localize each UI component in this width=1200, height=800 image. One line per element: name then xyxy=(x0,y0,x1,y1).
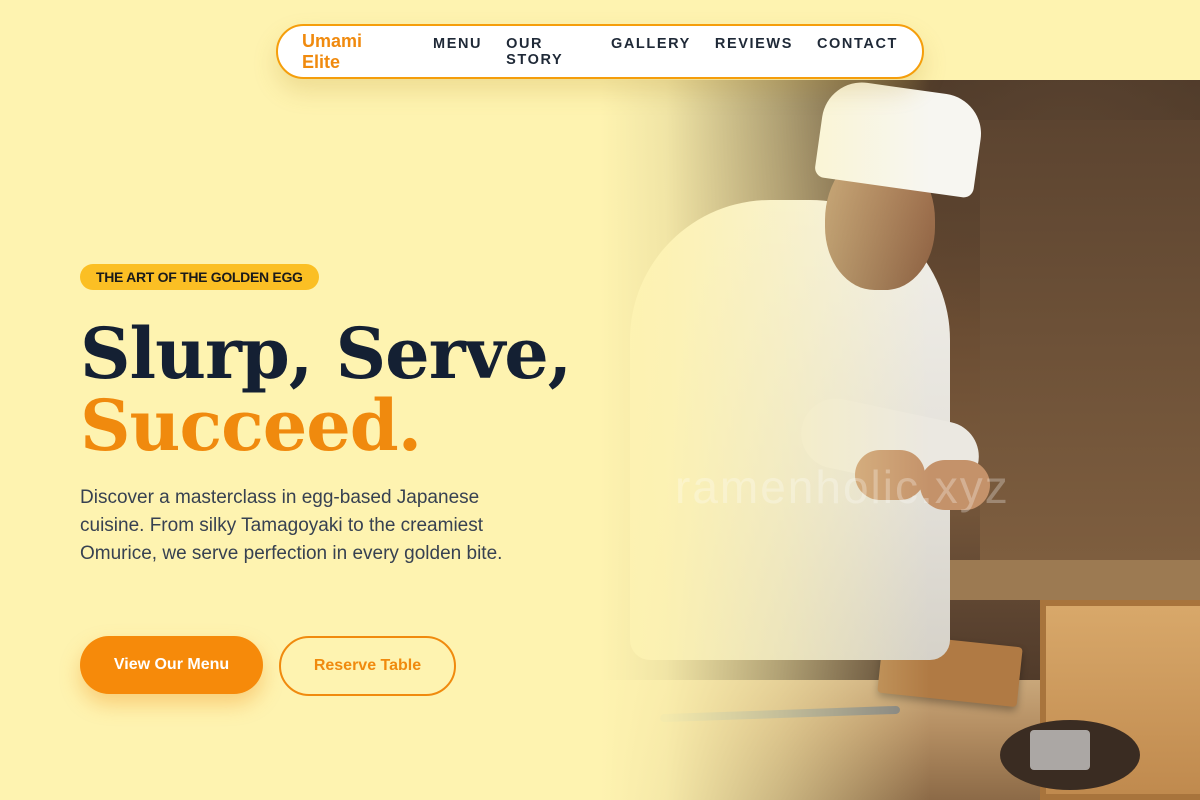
nav-link-menu[interactable]: MENU xyxy=(433,36,482,68)
hero-badge: THE ART OF THE GOLDEN EGG xyxy=(80,264,319,290)
nav-link-gallery[interactable]: GALLERY xyxy=(611,36,691,68)
kitchen-shelves xyxy=(980,120,1200,560)
image-fade-overlay xyxy=(600,80,930,800)
headline-line-1: Slurp, Serve, xyxy=(80,312,572,395)
brand-logo[interactable]: Umami Elite xyxy=(302,31,401,73)
chef-hero-image: ramenholic.xyz xyxy=(600,80,1200,800)
hero-description: Discover a masterclass in egg-based Japa… xyxy=(80,487,503,564)
nav-link-reviews[interactable]: REVIEWS xyxy=(715,36,793,68)
nav-link-contact[interactable]: CONTACT xyxy=(817,36,898,68)
hero-headline: Slurp, Serve, Succeed. xyxy=(80,318,572,467)
top-navigation: Umami Elite MENU OUR STORY GALLERY REVIE… xyxy=(276,24,924,79)
reserve-table-button[interactable]: Reserve Table xyxy=(279,636,456,696)
view-menu-button[interactable]: View Our Menu xyxy=(80,636,263,694)
headline-line-2: Succeed. xyxy=(80,384,422,467)
image-watermark: ramenholic.xyz xyxy=(675,461,1010,513)
nav-link-our-story[interactable]: OUR STORY xyxy=(506,36,587,68)
nav-links: MENU OUR STORY GALLERY REVIEWS CONTACT xyxy=(433,36,898,68)
glass-cup xyxy=(1030,730,1090,770)
kitchen-shelf xyxy=(930,560,1200,600)
landing-page: ramenholic.xyz Umami Elite MENU OUR STOR… xyxy=(0,0,1200,800)
